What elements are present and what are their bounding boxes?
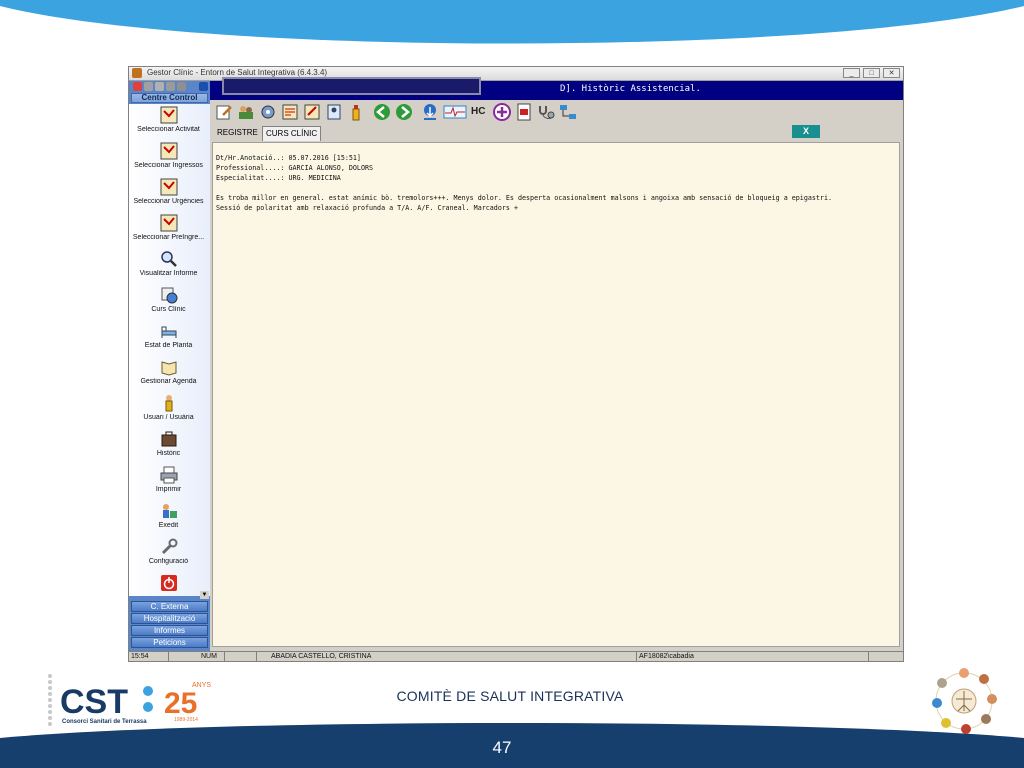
minimize-button[interactable]: _ [843,68,860,78]
close-panel-button[interactable]: X [792,125,820,138]
tab-curs-clinic[interactable]: CURS CLÍNIC [262,126,322,141]
select-admissions-icon [160,142,177,160]
page-title: D]. Històric Assistencial. [560,84,701,94]
sidebar-item-historic[interactable]: Històric [129,430,208,464]
sidebar-header: Centre Control [131,93,208,103]
app-window: Gestor Clínic - Entorn de Salut Integrat… [128,66,904,662]
exedit-icon [162,504,177,518]
collapse-sidebar-icon[interactable] [199,82,208,91]
settings-gear-icon[interactable] [259,103,277,121]
sidebar-item-estat-de-planta[interactable]: Estat de Planta [129,322,208,356]
integrative-health-emblem [932,668,997,734]
note-datetime: Dt/Hr.Anotació..: 05.07.2016 [15:51] [216,154,361,162]
sidebar-scroll-down-icon[interactable]: ▼ [200,591,209,599]
quick-access-bar [131,82,209,92]
note-session: Sessió de polaritat amb relaxació profun… [216,204,518,212]
status-patient: ABADIA CASTELLO, CRISTINA [257,652,637,661]
network-icon[interactable] [559,103,577,121]
user-icon [165,395,172,412]
sidebar: Centre Control Seleccionar Activitat Sel… [129,81,210,651]
close-window-button[interactable]: ✕ [883,68,900,78]
app-icon [132,68,142,78]
sidebar-item-seleccionar-urgencies[interactable]: Seleccionar Urgències [129,178,208,212]
power-icon [160,575,177,591]
note-specialty: Especialitat....: URG. MEDICINA [216,174,341,182]
sidebar-panel: Seleccionar Activitat Seleccionar Ingres… [129,104,210,596]
quick-tools-icon[interactable] [144,82,153,91]
sidebar-button-c-externa[interactable]: C. Externa [131,601,208,612]
people-icon[interactable] [237,103,255,121]
sidebar-item-curs-clinic[interactable]: Curs Clínic [129,286,208,320]
sidebar-item-seleccionar-preingressos[interactable]: Seleccionar PreIngre... [129,214,208,248]
select-emergencies-icon [160,178,177,196]
sidebar-item-visualitzar-informe[interactable]: Visualitzar Informe [129,250,208,284]
back-arrow-icon[interactable] [373,103,391,121]
note-professional: Professional....: GARCIA ALONSO, DOLORS [216,164,374,172]
slide-top-band [0,0,1024,44]
form-icon[interactable] [281,103,299,121]
printer-icon [160,466,177,484]
status-num: NUM [199,652,225,661]
logo-years: 25 [164,687,197,720]
select-preadmissions-icon [160,214,177,232]
cst-logo: CST 25 ANYS 1989-2014 Consorci Sanitari … [46,673,216,731]
hc-icon[interactable]: HC [471,103,489,121]
magnifier-icon [160,251,177,267]
stethoscope-icon[interactable] [537,103,555,121]
patient-search-field[interactable] [222,77,481,95]
page-number: 47 [492,738,512,757]
window-title: Gestor Clínic - Entorn de Salut Integrat… [147,68,328,77]
wrench-icon [161,538,177,555]
committee-title: COMITÈ DE SALUT INTEGRATIVA [396,688,624,704]
clinical-course-icon [161,287,177,304]
select-activity-icon [160,106,177,124]
add-circle-icon[interactable] [493,103,511,121]
status-time: 15:54 [129,652,169,661]
download-info-icon[interactable] [421,103,439,121]
maximize-button[interactable]: □ [863,68,880,78]
quick-search-icon[interactable] [155,82,164,91]
toolbar: HC [210,100,903,125]
sidebar-item-sortir[interactable] [129,574,208,594]
form-edit-icon[interactable] [303,103,321,121]
sidebar-item-configuracio[interactable]: Configuració [129,538,208,572]
bed-icon [161,326,176,338]
note-body: Es troba millor en general. estat anímic… [216,194,833,202]
status-user: AF18082\cabadia [637,652,869,661]
forward-arrow-icon[interactable] [395,103,413,121]
logo-anys: ANYS [192,682,211,689]
logo-years-range: 1989-2014 [174,717,198,723]
sidebar-item-imprimir[interactable]: Imprimir [129,466,208,500]
quick-check-icon[interactable] [166,82,175,91]
logo-text: CST [60,683,128,721]
pdf-icon[interactable] [515,103,533,121]
sidebar-item-gestionar-agenda[interactable]: Gestionar Agenda [129,358,208,392]
sidebar-item-usuari[interactable]: Usuari / Usuària [129,394,208,428]
status-bar: 15:54 NUM ABADIA CASTELLO, CRISTINA AF18… [129,651,903,661]
ecg-icon[interactable] [443,103,467,121]
quick-stop-icon[interactable] [133,82,142,91]
user-card-icon[interactable] [325,103,343,121]
sidebar-button-peticions[interactable]: Peticions [131,637,208,648]
quick-question-icon[interactable] [177,82,186,91]
sidebar-item-seleccionar-ingressos[interactable]: Seleccionar Ingressos [129,142,208,176]
sidebar-button-hospitalitzacio[interactable]: Hospitalització [131,613,208,624]
tab-registre[interactable]: REGISTRE [214,126,261,140]
sidebar-item-seleccionar-activitat[interactable]: Seleccionar Activitat [129,106,208,140]
edit-note-icon[interactable] [215,103,233,121]
history-briefcase-icon [161,431,176,447]
bottle-icon[interactable] [347,103,365,121]
sidebar-button-informes[interactable]: Informes [131,625,208,636]
agenda-book-icon [161,361,176,376]
clinical-note-panel[interactable]: Dt/Hr.Anotació..: 05.07.2016 [15:51] Pro… [212,142,900,647]
clinical-note-text: Dt/Hr.Anotació..: 05.07.2016 [15:51] Pro… [216,153,896,213]
logo-subtitle: Consorci Sanitari de Terrassa [62,719,147,725]
cst-logo-mark: CST 25 ANYS 1989-2014 Consorci Sanitari … [48,674,211,726]
sidebar-item-exedit[interactable]: Exedit [129,502,208,536]
